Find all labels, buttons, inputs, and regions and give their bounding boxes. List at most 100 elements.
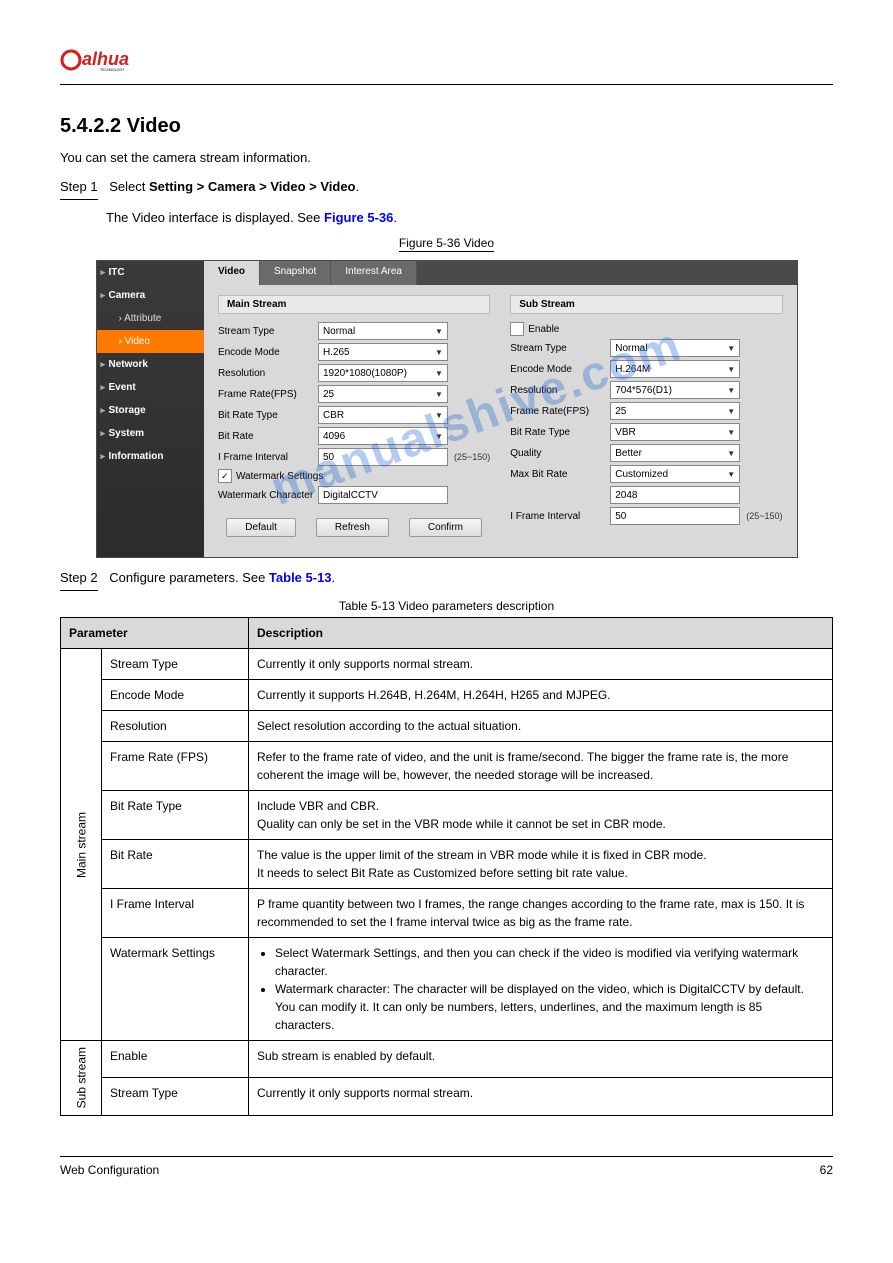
enable-checkbox[interactable]	[510, 322, 524, 336]
iframe-input[interactable]: 50	[318, 448, 448, 466]
nav-path: Setting > Camera > Video > Video	[149, 179, 356, 194]
table-row: Bit Rate TypeInclude VBR and CBR.Quality…	[61, 791, 833, 840]
param-description: Currently it only supports normal stream…	[249, 649, 833, 680]
group-label: Main stream	[61, 649, 102, 1041]
parameter-table: Parameter Description Main streamStream …	[60, 617, 833, 1115]
main-panel: VideoSnapshotInterest Area Main Stream S…	[204, 261, 797, 557]
table-caption: Table 5-13 Video parameters description	[60, 599, 833, 613]
col-header-parameter: Parameter	[61, 618, 249, 649]
chevron-down-icon: ▼	[435, 348, 443, 357]
sidebar-item-camera[interactable]: ▸Camera	[97, 284, 204, 307]
table-row: Encode ModeCurrently it supports H.264B,…	[61, 680, 833, 711]
section-heading: 5.4.2.2 Video	[60, 115, 833, 138]
sidebar-item-event[interactable]: ▸Event	[97, 376, 204, 399]
sub-resolution-label: Resolution	[510, 385, 610, 396]
tab-interest-area[interactable]: Interest Area	[331, 261, 417, 285]
figure-caption: Figure 5-36 Video	[60, 236, 833, 252]
quality-select[interactable]: Better▼	[610, 444, 740, 462]
sub-bit-rate-type-label: Bit Rate Type	[510, 427, 610, 438]
sidebar-item-system[interactable]: ▸System	[97, 422, 204, 445]
chevron-right-icon: ▸	[101, 405, 106, 416]
table-link[interactable]: Table 5-13	[269, 570, 332, 585]
col-header-description: Description	[249, 618, 833, 649]
sub-iframe-input[interactable]: 50	[610, 507, 740, 525]
encode-mode-select[interactable]: H.265▼	[318, 343, 448, 361]
sub-resolution-select[interactable]: 704*576(D1)▼	[610, 381, 740, 399]
resolution-select[interactable]: 1920*1080(1080P)▼	[318, 364, 448, 382]
param-description: Include VBR and CBR.Quality can only be …	[249, 791, 833, 840]
chevron-down-icon: ▼	[727, 449, 735, 458]
sidebar-item-information[interactable]: ▸Information	[97, 445, 204, 468]
sub-encode-mode-label: Encode Mode	[510, 364, 610, 375]
sub-stream-column: Sub Stream Enable Stream TypeNormal▼ Enc…	[510, 295, 782, 537]
chevron-down-icon: ▼	[727, 470, 735, 479]
default-button[interactable]: Default	[226, 518, 296, 537]
chevron-down-icon: ▼	[435, 432, 443, 441]
footer-page-number: 62	[820, 1163, 833, 1177]
param-name: Encode Mode	[102, 680, 249, 711]
sub-stream-header: Sub Stream	[510, 295, 782, 314]
bit-rate-select[interactable]: 4096▼	[318, 427, 448, 445]
table-row: Bit RateThe value is the upper limit of …	[61, 840, 833, 889]
param-description: Currently it supports H.264B, H.264M, H.…	[249, 680, 833, 711]
chevron-down-icon: ▼	[435, 369, 443, 378]
param-description: P frame quantity between two I frames, t…	[249, 889, 833, 938]
sub-stream-type-select[interactable]: Normal▼	[610, 339, 740, 357]
tab-video[interactable]: Video	[204, 261, 260, 285]
footer-left: Web Configuration	[60, 1163, 159, 1177]
chevron-down-icon: ▼	[727, 407, 735, 416]
chevron-down-icon: ▼	[727, 365, 735, 374]
chevron-right-icon: ▸	[101, 382, 106, 393]
param-description: Refer to the frame rate of video, and th…	[249, 742, 833, 791]
svg-text:alhua: alhua	[82, 49, 129, 69]
sub-iframe-label: I Frame Interval	[510, 511, 610, 522]
bit-rate-type-select[interactable]: CBR▼	[318, 406, 448, 424]
chevron-down-icon: ▼	[435, 390, 443, 399]
iframe-range: (25~150)	[454, 452, 490, 462]
sidebar-item-video[interactable]: › Video	[97, 330, 204, 353]
chevron-right-icon: ▸	[101, 428, 106, 439]
watermark-checkbox[interactable]: ✓	[218, 469, 232, 483]
sidebar-item-storage[interactable]: ▸Storage	[97, 399, 204, 422]
param-name: Stream Type	[102, 1078, 249, 1115]
step-1-detail: The Video interface is displayed. See Fi…	[60, 208, 833, 229]
param-description: Sub stream is enabled by default.	[249, 1041, 833, 1078]
param-description: Currently it only supports normal stream…	[249, 1078, 833, 1115]
table-row: Watermark SettingsSelect Watermark Setti…	[61, 938, 833, 1041]
confirm-button[interactable]: Confirm	[409, 518, 482, 537]
resolution-label: Resolution	[218, 368, 318, 379]
tab-snapshot[interactable]: Snapshot	[260, 261, 331, 285]
chevron-right-icon: ▸	[101, 290, 106, 301]
watermark-char-input[interactable]: DigitalCCTV	[318, 486, 448, 504]
sub-encode-mode-select[interactable]: H.264M▼	[610, 360, 740, 378]
stream-type-label: Stream Type	[218, 326, 318, 337]
sub-frame-rate-select[interactable]: 25▼	[610, 402, 740, 420]
step-label: Step 1	[60, 177, 98, 200]
tab-bar: VideoSnapshotInterest Area	[204, 261, 797, 285]
stream-type-select[interactable]: Normal▼	[318, 322, 448, 340]
param-name: I Frame Interval	[102, 889, 249, 938]
sidebar-item-attribute[interactable]: › Attribute	[97, 307, 204, 330]
main-stream-column: Main Stream Stream TypeNormal▼ Encode Mo…	[218, 295, 490, 537]
refresh-button[interactable]: Refresh	[316, 518, 389, 537]
bit-rate-type-label: Bit Rate Type	[218, 410, 318, 421]
frame-rate-select[interactable]: 25▼	[318, 385, 448, 403]
sidebar-item-network[interactable]: ▸Network	[97, 353, 204, 376]
page-footer: Web Configuration 62	[60, 1156, 833, 1177]
param-name: Resolution	[102, 711, 249, 742]
video-settings-panel: ▸ITC▸Camera› Attribute› Video▸Network▸Ev…	[96, 260, 798, 558]
chevron-right-icon: ▸	[101, 451, 106, 462]
param-name: Bit Rate	[102, 840, 249, 889]
max-bit-rate-select[interactable]: Customized▼	[610, 465, 740, 483]
group-label: Sub stream	[61, 1041, 102, 1115]
table-row: Stream TypeCurrently it only supports no…	[61, 1078, 833, 1115]
param-description: Select Watermark Settings, and then you …	[249, 938, 833, 1041]
chevron-down-icon: ▼	[727, 386, 735, 395]
intro-text: You can set the camera stream informatio…	[60, 148, 833, 169]
figure-link[interactable]: Figure 5-36	[324, 210, 393, 225]
table-row: Frame Rate (FPS)Refer to the frame rate …	[61, 742, 833, 791]
sub-bit-rate-type-select[interactable]: VBR▼	[610, 423, 740, 441]
sidebar-item-itc[interactable]: ▸ITC	[97, 261, 204, 284]
max-bit-rate-input[interactable]: 2048	[610, 486, 740, 504]
param-description: The value is the upper limit of the stre…	[249, 840, 833, 889]
